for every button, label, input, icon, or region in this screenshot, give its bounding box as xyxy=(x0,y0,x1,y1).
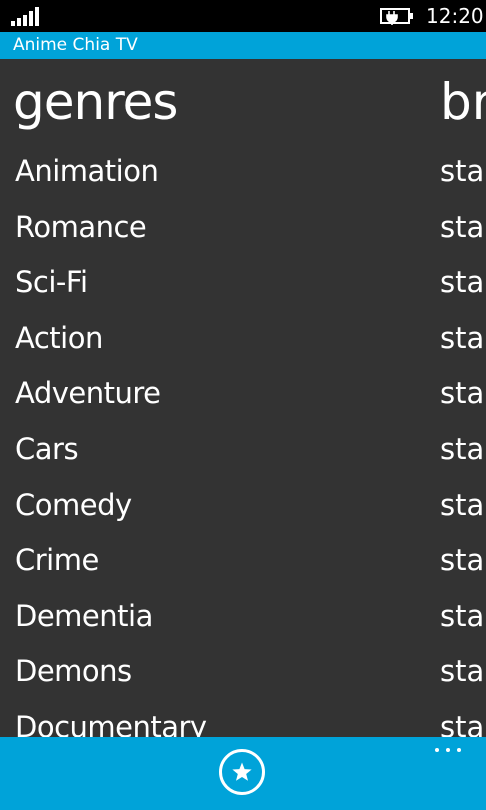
pivot-header-next[interactable]: br xyxy=(440,70,486,134)
list-item-genre[interactable]: Sci-Fi xyxy=(15,254,88,310)
app-title: Anime Chia TV xyxy=(13,35,138,55)
list-item-genre[interactable]: Documentary xyxy=(15,699,207,737)
app-title-bar: Anime Chia TV xyxy=(0,32,486,59)
star-icon xyxy=(232,762,252,781)
status-bar: 12:20 xyxy=(0,0,486,32)
signal-bars-icon xyxy=(11,7,43,26)
next-column-item[interactable]: sta xyxy=(440,699,486,737)
next-column-item[interactable]: sta xyxy=(440,588,486,644)
next-column-item[interactable]: sta xyxy=(440,143,486,199)
list-item-genre[interactable]: Action xyxy=(15,310,103,366)
clock: 12:20 xyxy=(426,4,484,28)
genre-list-viewport[interactable]: Animation Romance Sci-Fi Action Adventur… xyxy=(0,143,486,737)
more-dots-icon[interactable] xyxy=(432,743,466,757)
battery-charging-icon xyxy=(380,8,413,25)
favorite-button[interactable] xyxy=(219,749,265,795)
next-column-item[interactable]: sta xyxy=(440,421,486,477)
next-column-item[interactable]: sta xyxy=(440,254,486,310)
list-item-genre[interactable]: Adventure xyxy=(15,365,161,421)
list-item-genre[interactable]: Animation xyxy=(15,143,159,199)
pivot-header-genres[interactable]: genres xyxy=(13,70,178,134)
list-item-genre[interactable]: Comedy xyxy=(15,477,132,533)
next-column-item[interactable]: sta xyxy=(440,365,486,421)
next-column-item[interactable]: sta xyxy=(440,477,486,533)
list-item-genre[interactable]: Romance xyxy=(15,199,147,255)
next-column-item[interactable]: sta xyxy=(440,199,486,255)
list-item-genre[interactable]: Crime xyxy=(15,532,99,588)
list-item-genre[interactable]: Demons xyxy=(15,643,132,699)
next-column-item[interactable]: sta xyxy=(440,643,486,699)
list-item-genre[interactable]: Dementia xyxy=(15,588,153,644)
next-column-item[interactable]: sta xyxy=(440,532,486,588)
app-bar xyxy=(0,737,486,810)
next-column-item[interactable]: sta xyxy=(440,310,486,366)
list-item-genre[interactable]: Cars xyxy=(15,421,79,477)
